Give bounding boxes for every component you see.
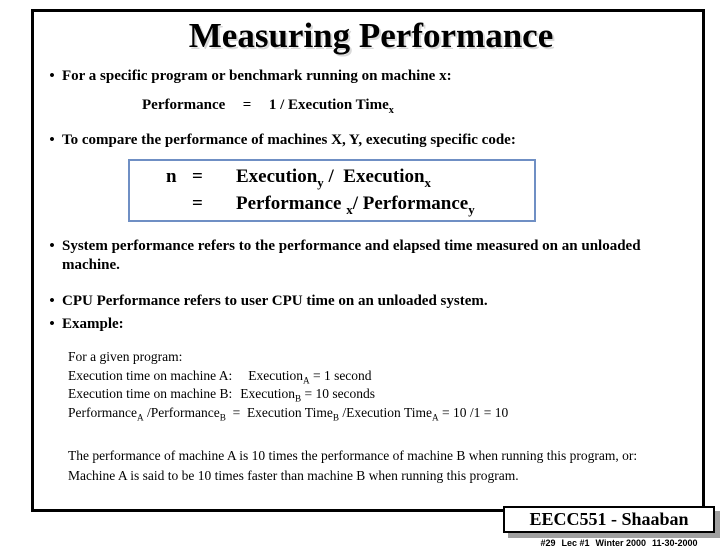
speedup-formula-line-2: = Performance x/ Performancey <box>166 192 475 216</box>
performance-equation-rhs-subscript: x <box>388 105 394 116</box>
bullet-item-1: • For a specific program or benchmark ru… <box>42 67 682 86</box>
speedup-denominator-1: Execution <box>343 166 425 187</box>
speedup-denominator-1-subscript: x <box>424 174 431 190</box>
conclusion-paragraph: The performance of machine A is 10 times… <box>68 448 638 483</box>
bullet-label-4: CPU Performance refers to user CPU time … <box>62 293 488 309</box>
example-line-machine-b: Execution time on machine B: ExecutionB =… <box>68 385 693 404</box>
speedup-formula-box: n = Executiony / Executionx = Performance x… <box>128 159 536 222</box>
performance-equation-rhs: 1 / Execution Time <box>268 97 389 113</box>
speedup-denominator-2-subscript: y <box>468 201 475 217</box>
bullet-item-2: • To compare the performance of machines… <box>42 131 682 150</box>
speedup-divider-2: / <box>352 193 358 214</box>
example-line-b-value: = 10 seconds <box>304 386 376 401</box>
example-line-b-subscript: B <box>294 393 302 404</box>
example-line-machine-a: Execution time on machine A: ExecutionA =… <box>68 367 693 386</box>
page-title: Measuring Performance <box>188 16 554 55</box>
ratio-result: = 10 /1 = 10 <box>441 404 509 420</box>
speedup-operator-2: = <box>192 193 203 214</box>
speedup-symbol: n <box>166 166 177 187</box>
course-badge: EECC551 - Shaaban <box>503 506 715 533</box>
ratio-left-term-1: Performance <box>68 404 137 420</box>
ratio-right-term-2: /Execution Time <box>342 404 432 420</box>
ratio-right-term-1-subscript: B <box>332 412 339 423</box>
footer-meta: #29 Lec #1 Winter 2000 11-30-2000 <box>494 537 720 549</box>
speedup-numerator-1: Execution <box>236 166 318 187</box>
example-line-b-label: Execution time on machine B: <box>68 386 233 401</box>
performance-equation: Performance = 1 / Execution Timex <box>142 95 394 116</box>
bullet-item-3: • System performance refers to the perfo… <box>42 237 682 275</box>
slide-frame: Measuring Performance • For a specific p… <box>31 9 720 548</box>
ratio-left-term-2: /Performance <box>146 404 220 420</box>
ratio-right-term-2-subscript: A <box>431 412 439 423</box>
speedup-divider-1: / <box>328 166 334 187</box>
ratio-equals: = <box>232 404 241 420</box>
speedup-denominator-2: Performance <box>362 193 469 214</box>
bullet-item-4: • CPU Performance refers to user CPU tim… <box>42 292 682 311</box>
speedup-formula-line-1: n = Executiony / Executionx <box>166 165 431 189</box>
ratio-right-term-1: Execution Time <box>246 404 333 420</box>
bullet-marker-icon: • <box>49 132 55 148</box>
ratio-left-term-2-subscript: B <box>219 412 226 423</box>
example-line-a-term: Execution <box>248 367 303 383</box>
bullet-label-3: System performance refers to the perform… <box>62 238 641 273</box>
example-line-a-subscript: A <box>302 375 310 386</box>
speedup-numerator-2: Performance <box>236 193 342 214</box>
bullet-marker-icon: • <box>49 68 55 84</box>
bullet-marker-icon: • <box>49 238 55 254</box>
example-intro: For a given program: <box>68 349 183 364</box>
speedup-numerator-1-subscript: y <box>317 174 324 190</box>
bullet-item-5: • Example: <box>42 315 682 334</box>
bullet-label-2: To compare the performance of machines X… <box>62 132 516 148</box>
example-line-b-term: Execution <box>240 386 295 401</box>
bullet-label-1: For a specific program or benchmark runn… <box>62 68 452 84</box>
example-line-a-value: = 1 second <box>312 367 372 383</box>
speedup-operator-1: = <box>192 166 203 187</box>
performance-equation-lhs: Performance <box>142 97 226 113</box>
bullet-marker-icon: • <box>49 293 55 309</box>
example-block: For a given program: Execution time on m… <box>68 348 693 422</box>
bullet-marker-icon: • <box>49 316 55 332</box>
performance-equation-operator: = <box>242 97 252 113</box>
example-line-a-label: Execution time on machine A: <box>68 367 233 383</box>
example-line-ratio: PerformanceA /PerformanceB = Execution T… <box>68 404 693 423</box>
ratio-left-term-1-subscript: A <box>136 412 144 423</box>
bullet-label-5: Example: <box>62 316 124 332</box>
